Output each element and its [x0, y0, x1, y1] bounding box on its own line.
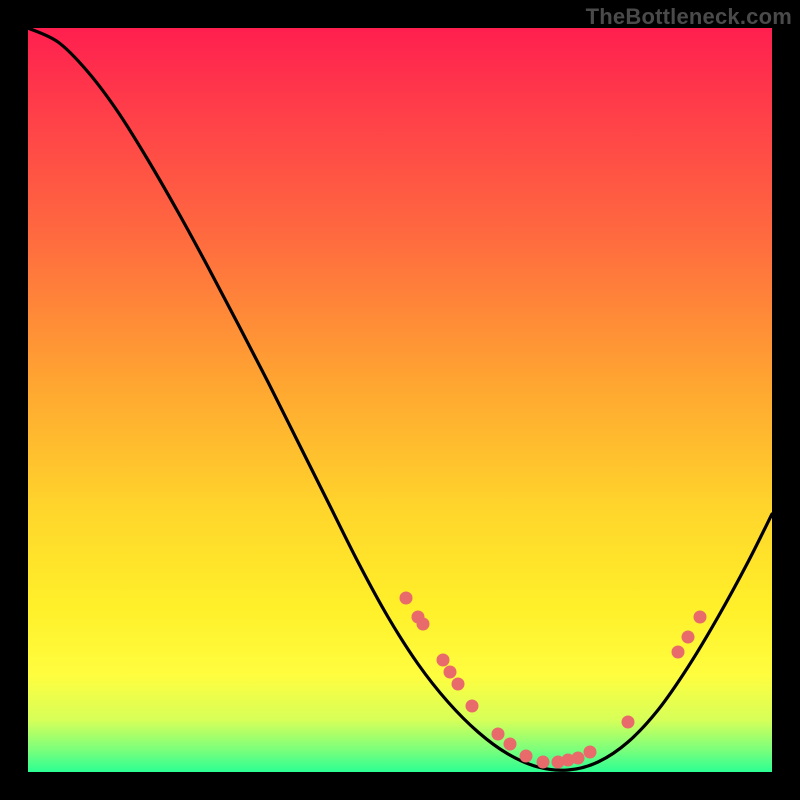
- bottleneck-curve: [28, 28, 772, 770]
- curve-marker: [452, 678, 465, 691]
- curve-marker: [682, 631, 695, 644]
- curve-marker: [537, 756, 550, 769]
- curve-marker: [444, 666, 457, 679]
- curve-marker: [492, 728, 505, 741]
- chart-plot-area: [28, 28, 772, 772]
- curve-marker: [400, 592, 413, 605]
- curve-marker: [622, 716, 635, 729]
- curve-svg: [28, 28, 772, 772]
- watermark-text: TheBottleneck.com: [586, 4, 792, 30]
- curve-marker: [572, 752, 585, 765]
- curve-marker: [417, 618, 430, 631]
- curve-marker: [437, 654, 450, 667]
- curve-marker: [504, 738, 517, 751]
- curve-marker: [694, 611, 707, 624]
- curve-marker: [466, 700, 479, 713]
- curve-marker: [520, 750, 533, 763]
- curve-marker: [584, 746, 597, 759]
- curve-markers: [400, 592, 707, 769]
- curve-marker: [672, 646, 685, 659]
